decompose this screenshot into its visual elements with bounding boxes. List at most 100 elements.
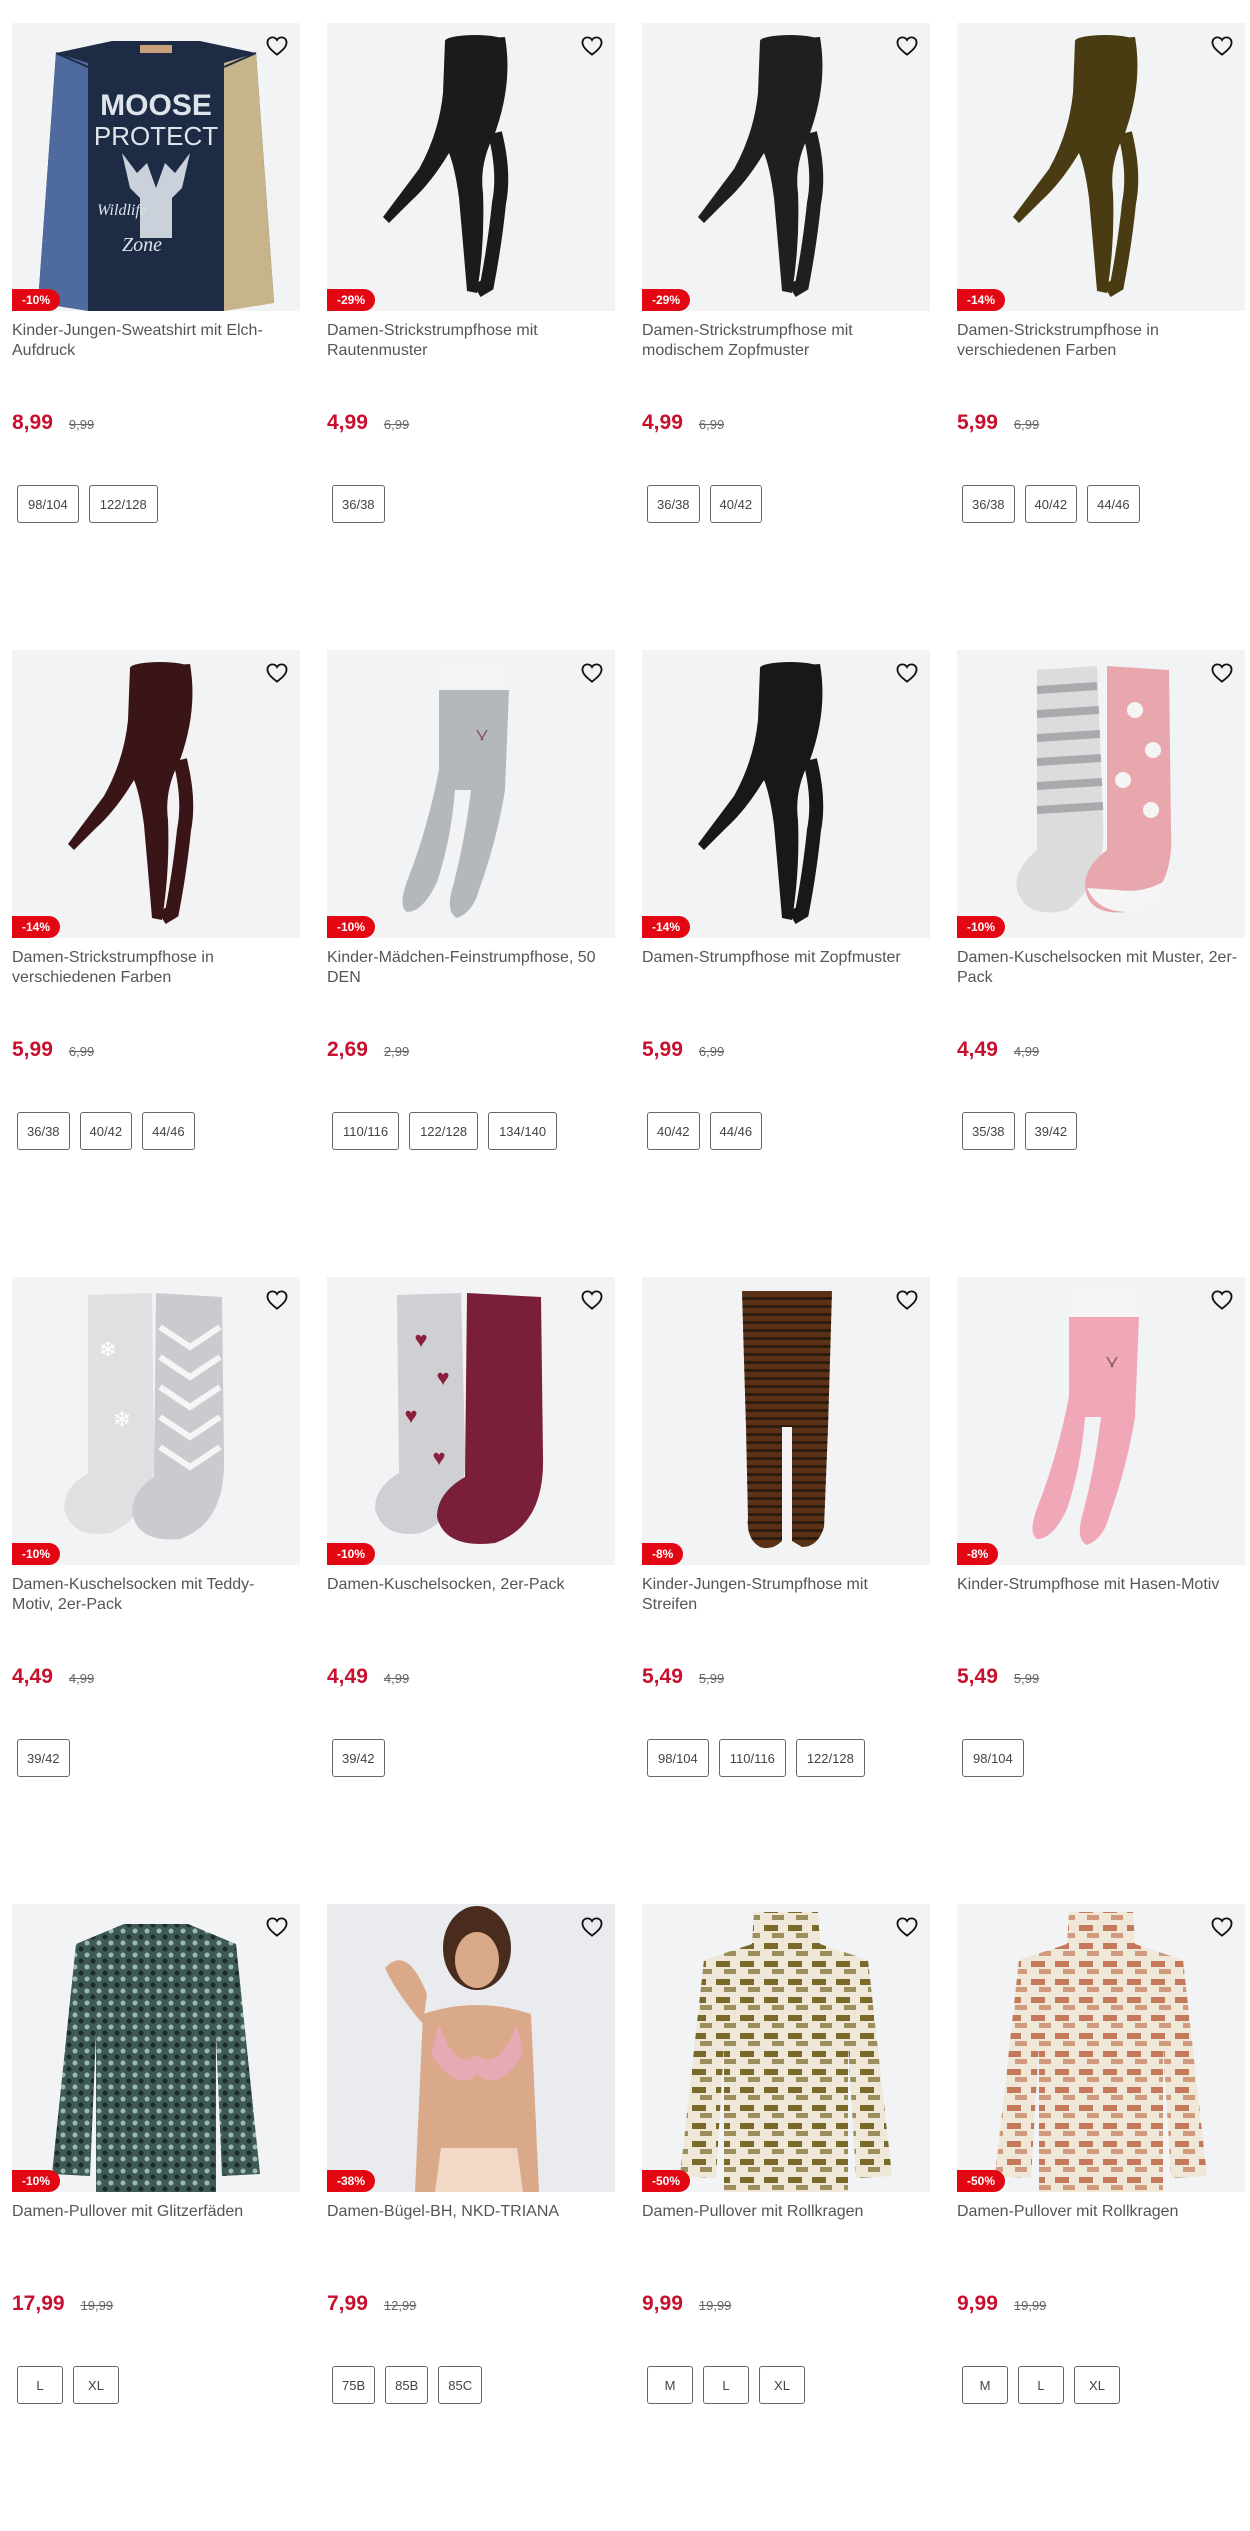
size-option[interactable]: 40/42: [1024, 485, 1078, 523]
product-image[interactable]: -8%: [957, 1277, 1245, 1565]
product-image[interactable]: -10%: [327, 650, 615, 938]
size-option[interactable]: 44/46: [709, 1112, 763, 1150]
product-card[interactable]: ❄ ❄ -10% Damen-Kuschelsocken mit Teddy-M…: [12, 1277, 300, 1904]
product-card[interactable]: -10% Damen-Kuschelsocken mit Muster, 2er…: [957, 650, 1245, 1277]
size-option[interactable]: 36/38: [647, 485, 700, 523]
wishlist-heart-icon[interactable]: [577, 658, 607, 688]
wishlist-heart-icon[interactable]: [262, 31, 292, 61]
product-title[interactable]: Damen-Strickstrumpfhose mit modischem Zo…: [642, 321, 930, 369]
wishlist-heart-icon[interactable]: [262, 1912, 292, 1942]
size-option[interactable]: 98/104: [647, 1739, 709, 1777]
product-card[interactable]: -14% Damen-Strumpfhose mit Zopfmuster 5,…: [642, 650, 930, 1277]
product-image[interactable]: ♥ ♥ ♥ ♥ -10%: [327, 1277, 615, 1565]
product-title[interactable]: Kinder-Strumpfhose mit Hasen-Motiv: [957, 1575, 1245, 1623]
wishlist-heart-icon[interactable]: [892, 658, 922, 688]
product-card[interactable]: -8% Kinder-Strumpfhose mit Hasen-Motiv 5…: [957, 1277, 1245, 1904]
size-option[interactable]: L: [17, 2366, 63, 2404]
product-title[interactable]: Damen-Strumpfhose mit Zopfmuster: [642, 948, 930, 996]
product-title[interactable]: Kinder-Mädchen-Feinstrumpfhose, 50 DEN: [327, 948, 615, 996]
size-option[interactable]: 40/42: [79, 1112, 133, 1150]
product-title[interactable]: Damen-Pullover mit Rollkragen: [957, 2202, 1245, 2250]
wishlist-heart-icon[interactable]: [577, 31, 607, 61]
wishlist-heart-icon[interactable]: [1207, 658, 1237, 688]
wishlist-heart-icon[interactable]: [1207, 1912, 1237, 1942]
product-card[interactable]: -38% Damen-Bügel-BH, NKD-TRIANA 7,99 12,…: [327, 1904, 615, 2531]
product-title[interactable]: Kinder-Jungen-Strumpfhose mit Streifen: [642, 1575, 930, 1623]
size-option[interactable]: 122/128: [88, 485, 158, 523]
product-title[interactable]: Damen-Strickstrumpfhose in verschiedenen…: [12, 948, 300, 996]
product-title[interactable]: Damen-Strickstrumpfhose in verschiedenen…: [957, 321, 1245, 369]
wishlist-heart-icon[interactable]: [577, 1912, 607, 1942]
product-card[interactable]: -10% Damen-Pullover mit Glitzerfäden 17,…: [12, 1904, 300, 2531]
product-card[interactable]: -50% Damen-Pullover mit Rollkragen 9,99 …: [957, 1904, 1245, 2531]
product-card[interactable]: -8% Kinder-Jungen-Strumpfhose mit Streif…: [642, 1277, 930, 1904]
size-option[interactable]: 40/42: [709, 485, 763, 523]
product-card[interactable]: -14% Damen-Strickstrumpfhose in verschie…: [957, 23, 1245, 650]
product-image[interactable]: -10%: [957, 650, 1245, 938]
size-option[interactable]: XL: [1074, 2366, 1120, 2404]
product-title[interactable]: Damen-Bügel-BH, NKD-TRIANA: [327, 2202, 615, 2250]
product-card[interactable]: -29% Damen-Strickstrumpfhose mit modisch…: [642, 23, 930, 650]
product-image[interactable]: -14%: [12, 650, 300, 938]
size-option[interactable]: 122/128: [409, 1112, 479, 1150]
size-option[interactable]: 134/140: [488, 1112, 558, 1150]
product-card[interactable]: MOOSE PROTECT Wildlife Zone -10% Kinder-…: [12, 23, 300, 650]
wishlist-heart-icon[interactable]: [1207, 31, 1237, 61]
product-card[interactable]: -50% Damen-Pullover mit Rollkragen 9,99 …: [642, 1904, 930, 2531]
wishlist-heart-icon[interactable]: [577, 1285, 607, 1315]
product-card[interactable]: ♥ ♥ ♥ ♥ -10% Damen-Kuschelsocken, 2er-Pa…: [327, 1277, 615, 1904]
size-option[interactable]: M: [647, 2366, 693, 2404]
product-title[interactable]: Damen-Pullover mit Rollkragen: [642, 2202, 930, 2250]
product-image[interactable]: -14%: [957, 23, 1245, 311]
product-image[interactable]: -50%: [642, 1904, 930, 2192]
product-image[interactable]: MOOSE PROTECT Wildlife Zone -10%: [12, 23, 300, 311]
size-option[interactable]: 98/104: [17, 485, 79, 523]
size-option[interactable]: 36/38: [17, 1112, 70, 1150]
product-title[interactable]: Damen-Kuschelsocken, 2er-Pack: [327, 1575, 615, 1623]
product-image[interactable]: -10%: [12, 1904, 300, 2192]
size-option[interactable]: 40/42: [647, 1112, 700, 1150]
product-card[interactable]: -14% Damen-Strickstrumpfhose in verschie…: [12, 650, 300, 1277]
product-title[interactable]: Damen-Kuschelsocken mit Teddy-Motiv, 2er…: [12, 1575, 300, 1623]
size-option[interactable]: 39/42: [332, 1739, 385, 1777]
size-option[interactable]: 44/46: [142, 1112, 195, 1150]
product-card[interactable]: -10% Kinder-Mädchen-Feinstrumpfhose, 50 …: [327, 650, 615, 1277]
size-option[interactable]: 110/116: [332, 1112, 400, 1150]
size-option[interactable]: 39/42: [17, 1739, 70, 1777]
product-image[interactable]: -8%: [642, 1277, 930, 1565]
product-title[interactable]: Kinder-Jungen-Sweatshirt mit Elch-Aufdru…: [12, 321, 300, 369]
wishlist-heart-icon[interactable]: [262, 1285, 292, 1315]
size-option[interactable]: 122/128: [795, 1739, 865, 1777]
size-option[interactable]: 36/38: [332, 485, 385, 523]
product-image[interactable]: ❄ ❄ -10%: [12, 1277, 300, 1565]
size-option[interactable]: 36/38: [962, 485, 1015, 523]
size-option[interactable]: 85C: [438, 2366, 483, 2404]
product-title[interactable]: Damen-Kuschelsocken mit Muster, 2er-Pack: [957, 948, 1245, 996]
wishlist-heart-icon[interactable]: [892, 1912, 922, 1942]
wishlist-heart-icon[interactable]: [892, 31, 922, 61]
size-option[interactable]: L: [1018, 2366, 1064, 2404]
product-image[interactable]: -38%: [327, 1904, 615, 2192]
product-card[interactable]: -29% Damen-Strickstrumpfhose mit Rautenm…: [327, 23, 615, 650]
size-option[interactable]: 98/104: [962, 1739, 1024, 1777]
size-option[interactable]: 85B: [385, 2366, 429, 2404]
product-title[interactable]: Damen-Strickstrumpfhose mit Rautenmuster: [327, 321, 615, 369]
wishlist-heart-icon[interactable]: [892, 1285, 922, 1315]
size-option[interactable]: 75B: [332, 2366, 376, 2404]
size-option[interactable]: 39/42: [1024, 1112, 1078, 1150]
product-image[interactable]: -14%: [642, 650, 930, 938]
product-image[interactable]: -50%: [957, 1904, 1245, 2192]
size-option[interactable]: 44/46: [1087, 485, 1140, 523]
product-image[interactable]: -29%: [642, 23, 930, 311]
size-option[interactable]: XL: [73, 2366, 119, 2404]
size-option[interactable]: 110/116: [718, 1739, 786, 1777]
product-image[interactable]: -29%: [327, 23, 615, 311]
size-option[interactable]: XL: [759, 2366, 805, 2404]
wishlist-heart-icon[interactable]: [1207, 1285, 1237, 1315]
wishlist-heart-icon[interactable]: [262, 658, 292, 688]
product-title[interactable]: Damen-Pullover mit Glitzerfäden: [12, 2202, 300, 2250]
current-price: 4,99: [327, 411, 368, 434]
size-option[interactable]: 35/38: [962, 1112, 1015, 1150]
size-option[interactable]: L: [703, 2366, 749, 2404]
size-option[interactable]: M: [962, 2366, 1008, 2404]
